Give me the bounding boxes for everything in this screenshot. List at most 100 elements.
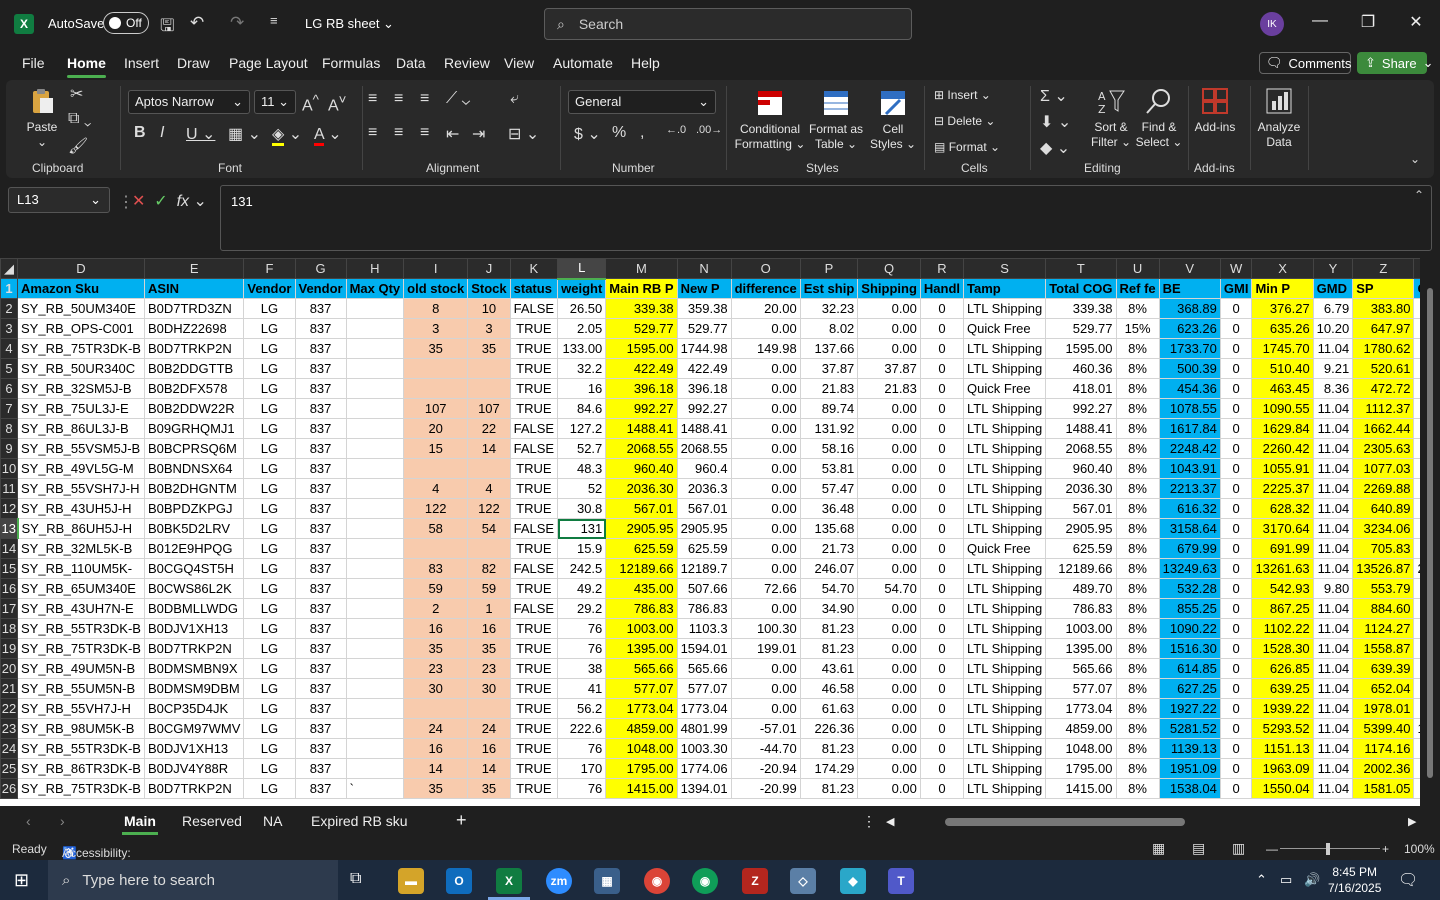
cell[interactable]: 647.97 — [1352, 318, 1415, 339]
cell[interactable]: 359.38 — [676, 298, 732, 319]
cell[interactable] — [345, 338, 405, 359]
cell[interactable]: 21.73 — [799, 538, 859, 559]
cell[interactable]: 8% — [1115, 498, 1160, 519]
cell[interactable]: 24 — [467, 718, 511, 739]
cell[interactable]: 837 — [294, 738, 347, 759]
bottom-align-icon[interactable]: ≡ — [420, 90, 429, 108]
cell-styles-button[interactable]: Cell Styles ⌄ — [868, 88, 918, 152]
notification-icon[interactable]: 🗨 — [1398, 870, 1418, 890]
cell[interactable]: 1963.09 — [1251, 758, 1314, 779]
row-header[interactable]: 20 — [0, 658, 18, 679]
cell[interactable]: LG — [243, 778, 296, 799]
cell[interactable]: 30 — [403, 678, 469, 699]
cell[interactable]: 960.40 — [605, 458, 678, 479]
cell[interactable]: 11.04 — [1312, 598, 1354, 619]
header-cell[interactable]: ASIN — [143, 278, 245, 299]
horizontal-scroll-thumb[interactable] — [945, 818, 1185, 826]
cell[interactable]: 0 — [1219, 558, 1253, 579]
cell[interactable]: -57.01 — [730, 718, 801, 739]
cell[interactable] — [345, 318, 405, 339]
cell[interactable]: 122 — [467, 498, 511, 519]
cell[interactable]: 1745.70 — [1251, 338, 1314, 359]
cell[interactable]: LG — [243, 578, 296, 599]
cell[interactable]: 454.36 — [1158, 378, 1221, 399]
cell[interactable]: 11.04 — [1312, 478, 1354, 499]
cell[interactable]: 0.00 — [730, 378, 801, 399]
column-header-L[interactable]: L — [557, 258, 607, 280]
cell[interactable]: 76 — [557, 738, 607, 759]
cell[interactable]: 1617.84 — [1158, 418, 1221, 439]
cell[interactable]: 11.04 — [1312, 458, 1354, 479]
borders-icon[interactable]: ▦ ⌄ — [228, 124, 261, 144]
enter-icon[interactable]: ✓ — [154, 193, 167, 210]
cell[interactable]: 26.50 — [557, 298, 607, 319]
cell[interactable]: 1090.22 — [1158, 618, 1221, 639]
cell[interactable]: 0 — [919, 438, 965, 459]
cell[interactable]: 8% — [1115, 438, 1160, 459]
cell[interactable]: 0 — [1219, 758, 1253, 779]
header-cell[interactable]: status — [509, 278, 559, 299]
cell[interactable] — [467, 378, 511, 399]
filezilla-icon[interactable]: Z — [742, 868, 768, 894]
cell[interactable]: 625.59 — [1045, 538, 1117, 559]
menu-automate[interactable]: Automate — [553, 55, 613, 71]
cell[interactable]: TRUE — [509, 538, 559, 559]
header-cell[interactable]: difference — [730, 278, 801, 299]
cell[interactable]: 3 — [467, 318, 511, 339]
cell[interactable]: TRUE — [509, 358, 559, 379]
increase-indent-icon[interactable]: ⇥ — [472, 124, 485, 144]
cell[interactable]: 13249.63 — [1158, 558, 1221, 579]
cell[interactable]: 8% — [1115, 718, 1160, 739]
cell[interactable]: 82 — [467, 558, 511, 579]
cell[interactable]: 0.00 — [857, 718, 921, 739]
cell[interactable]: 0.00 — [857, 558, 921, 579]
cell[interactable]: FALSE — [509, 598, 559, 619]
merge-center-icon[interactable]: ⊟ ⌄ — [508, 124, 539, 144]
scroll-right-icon[interactable]: ▶ — [1408, 815, 1416, 828]
cell[interactable]: 11.04 — [1312, 538, 1354, 559]
increase-font-icon[interactable]: A^ — [302, 92, 319, 115]
cell[interactable]: 0.00 — [857, 458, 921, 479]
cell[interactable]: 11.04 — [1312, 558, 1354, 579]
cell[interactable]: 0.00 — [730, 498, 801, 519]
cell[interactable]: 5399.40 — [1352, 718, 1415, 739]
cell[interactable]: 0.00 — [730, 418, 801, 439]
cell[interactable]: 1594.01 — [676, 638, 732, 659]
cell[interactable]: 43.61 — [799, 658, 859, 679]
cell[interactable]: 11.04 — [1312, 658, 1354, 679]
vertical-scrollbar[interactable] — [1420, 258, 1440, 806]
cell[interactable]: LTL Shipping — [963, 578, 1047, 599]
cell[interactable]: 0.00 — [857, 338, 921, 359]
cell[interactable]: 122 — [403, 498, 469, 519]
cell[interactable]: 2.05 — [557, 318, 607, 339]
cell[interactable]: 2068.55 — [1045, 438, 1117, 459]
cell[interactable]: 222.6 — [557, 718, 607, 739]
cell[interactable]: 53.81 — [799, 458, 859, 479]
cell[interactable]: 8% — [1115, 598, 1160, 619]
cell[interactable]: 1 — [467, 598, 511, 619]
delete-cells-button[interactable]: ⊟ Delete ⌄ — [934, 114, 995, 128]
row-header[interactable]: 11 — [0, 478, 18, 499]
cell[interactable]: 1048.00 — [605, 738, 678, 759]
cell[interactable]: 34.90 — [799, 598, 859, 619]
cell[interactable]: 35 — [467, 338, 511, 359]
column-header-P[interactable]: P — [799, 258, 859, 279]
cell[interactable]: SY_RB_OPS-C001 — [17, 318, 145, 339]
cell[interactable]: 1174.16 — [1352, 738, 1415, 759]
spreadsheet-grid[interactable]: ◢DEFGHIJKLMNOPQRSTUVWXYZAAAB 1Amazon Sku… — [0, 258, 1420, 806]
cell[interactable]: 422.49 — [676, 358, 732, 379]
cell[interactable]: LG — [243, 338, 296, 359]
cell[interactable]: 100.30 — [730, 618, 801, 639]
cell[interactable]: 960.4 — [676, 458, 732, 479]
cell[interactable]: 8% — [1115, 678, 1160, 699]
close-icon[interactable]: ✕ — [1404, 12, 1428, 32]
cell[interactable]: 0.00 — [857, 758, 921, 779]
cell[interactable] — [467, 358, 511, 379]
cell[interactable]: 5293.52 — [1251, 718, 1314, 739]
cell[interactable]: 4859.00 — [1045, 718, 1117, 739]
row-header[interactable]: 6 — [0, 378, 18, 399]
cell[interactable]: 52.7 — [557, 438, 607, 459]
cell[interactable]: SY_RB_75UL3J-E — [17, 398, 145, 419]
redo-icon[interactable]: ↷ — [230, 13, 244, 33]
cell[interactable]: LG — [243, 638, 296, 659]
